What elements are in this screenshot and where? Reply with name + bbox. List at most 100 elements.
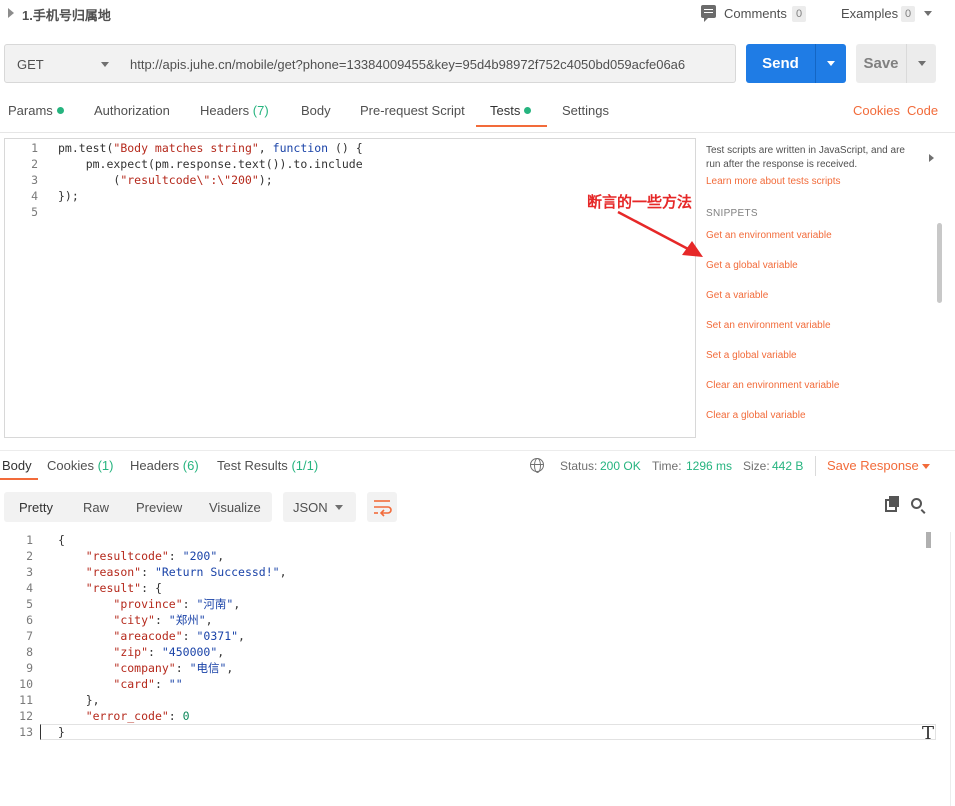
collapse-caret-icon[interactable] (8, 8, 14, 18)
examples-button[interactable]: Examples (841, 6, 898, 21)
search-icon[interactable] (911, 498, 922, 509)
tab-settings[interactable]: Settings (562, 103, 609, 118)
view-pretty-button[interactable]: Pretty (19, 500, 53, 515)
tab-response-body[interactable]: Body (2, 458, 32, 473)
save-button[interactable]: Save (856, 44, 906, 83)
comments-button[interactable]: Comments (724, 6, 787, 21)
url-input[interactable]: http://apis.juhe.cn/mobile/get?phone=133… (119, 44, 736, 83)
tab-cookies-count: (1) (97, 458, 114, 473)
tab-response-headers[interactable]: Headers (6) (130, 458, 199, 473)
line-number: 6 (26, 613, 33, 627)
tab-pre-request-script[interactable]: Pre-request Script (360, 103, 465, 118)
tab-tests[interactable]: Tests (490, 103, 532, 118)
snippets-description: Test scripts are written in JavaScript, … (706, 145, 905, 170)
request-tabs: Params Authorization Headers (7) Body Pr… (0, 97, 955, 127)
divider (815, 456, 816, 476)
tab-test-results-label: Test Results (217, 458, 288, 473)
tab-params[interactable]: Params (8, 103, 64, 118)
view-preview-button[interactable]: Preview (136, 500, 182, 515)
snippet-get-global-variable[interactable]: Get a global variable (706, 260, 798, 271)
editor-line: 3 ("resultcode\":\"200"); (5, 172, 695, 188)
line-number: 11 (19, 693, 33, 707)
save-options-button[interactable] (906, 44, 936, 83)
response-scrollbar[interactable] (926, 532, 931, 548)
json-text: { (58, 533, 65, 547)
cookies-link[interactable]: Cookies (853, 103, 900, 118)
tab-test-results-count: (1/1) (291, 458, 319, 473)
copy-icon[interactable] (885, 496, 899, 512)
send-options-button[interactable] (815, 44, 846, 83)
annotation-arrow-icon (617, 210, 703, 257)
view-visualize-button[interactable]: Visualize (209, 500, 261, 515)
method-value: GET (17, 57, 44, 72)
line-number: 2 (31, 157, 38, 171)
tests-script-editor[interactable]: 1 pm.test("Body matches string", function… (4, 138, 696, 438)
divider (0, 132, 955, 133)
examples-count-badge: 0 (901, 6, 915, 22)
tab-response-cookies[interactable]: Cookies (1) (47, 458, 113, 473)
code-text: pm.test("Body matches string", function … (58, 141, 363, 155)
json-text: "city": "郑州", (113, 613, 213, 627)
chevron-down-icon (827, 61, 835, 66)
request-title[interactable]: 1.手机号归属地 (22, 5, 111, 24)
tests-indicator-dot (524, 107, 532, 114)
snippets-heading: SNIPPETS (706, 208, 758, 219)
save-response-button[interactable]: Save Response (827, 458, 919, 473)
line-number: 4 (26, 581, 33, 595)
line-number: 2 (26, 549, 33, 563)
line-number: 7 (26, 629, 33, 643)
response-json-viewer[interactable]: 1{ 2 "resultcode": "200", 3 "reason": "R… (0, 532, 955, 806)
json-line: 3 "reason": "Return Successd!", (0, 564, 690, 580)
snippets-scrollbar[interactable] (937, 223, 942, 303)
snippet-set-environment-variable[interactable]: Set an environment variable (706, 320, 831, 331)
tab-test-results[interactable]: Test Results (1/1) (217, 458, 318, 473)
json-line: 5 "province": "河南", (0, 596, 690, 612)
chevron-down-icon[interactable] (922, 464, 930, 469)
code-text: pm.expect(pm.response.text()).to.include (58, 157, 363, 171)
line-number: 8 (26, 645, 33, 659)
wrap-lines-button[interactable] (367, 492, 397, 522)
line-number: 5 (31, 205, 38, 219)
tab-headers-label: Headers (130, 458, 180, 473)
tab-headers-label: Headers (200, 103, 250, 118)
chevron-down-icon (101, 62, 109, 67)
snippet-clear-global-variable[interactable]: Clear a global variable (706, 410, 806, 421)
view-mode-group: Pretty Raw Preview Visualize (4, 492, 272, 522)
json-text: "province": "河南", (113, 597, 241, 611)
json-line: 6 "city": "郑州", (0, 612, 690, 628)
tab-body[interactable]: Body (301, 103, 331, 118)
code-text: ("resultcode\":\"200"); (58, 173, 273, 187)
active-tab-indicator (0, 478, 38, 480)
tab-headers[interactable]: Headers (7) (200, 103, 269, 118)
learn-more-link[interactable]: Learn more about tests scripts (706, 176, 841, 187)
snippet-get-variable[interactable]: Get a variable (706, 290, 768, 301)
comments-icon[interactable] (701, 5, 716, 22)
tab-authorization[interactable]: Authorization (94, 103, 170, 118)
tab-headers-count: (7) (252, 103, 269, 118)
method-select[interactable]: GET (4, 44, 120, 83)
json-line: 12 "error_code": 0 (0, 708, 690, 724)
json-line: 9 "company": "电信", (0, 660, 690, 676)
send-button[interactable]: Send (746, 44, 815, 83)
globe-icon[interactable] (530, 458, 544, 473)
snippet-clear-environment-variable[interactable]: Clear an environment variable (706, 380, 839, 391)
line-number: 4 (31, 189, 38, 203)
snippet-set-global-variable[interactable]: Set a global variable (706, 350, 797, 361)
line-number: 9 (26, 661, 33, 675)
snippet-get-environment-variable[interactable]: Get an environment variable (706, 230, 832, 241)
tab-tests-label: Tests (490, 103, 521, 118)
format-select[interactable]: JSON (283, 492, 356, 522)
line-number: 12 (19, 709, 33, 723)
json-line: 7 "areacode": "0371", (0, 628, 690, 644)
code-link[interactable]: Code (907, 103, 938, 118)
json-text: "card": "" (113, 677, 183, 691)
expand-panel-icon[interactable] (929, 154, 934, 162)
status-value[interactable]: 200 OK (600, 459, 641, 473)
examples-chevron-down-icon[interactable] (924, 11, 932, 16)
view-raw-button[interactable]: Raw (83, 500, 109, 515)
active-line-highlight (40, 724, 936, 740)
request-title-bar: 1.手机号归属地 Comments 0 Examples 0 (0, 0, 955, 28)
snippets-panel: Test scripts are written in JavaScript, … (696, 138, 955, 438)
time-value[interactable]: 1296 ms (686, 459, 732, 473)
size-value[interactable]: 442 B (772, 459, 803, 473)
